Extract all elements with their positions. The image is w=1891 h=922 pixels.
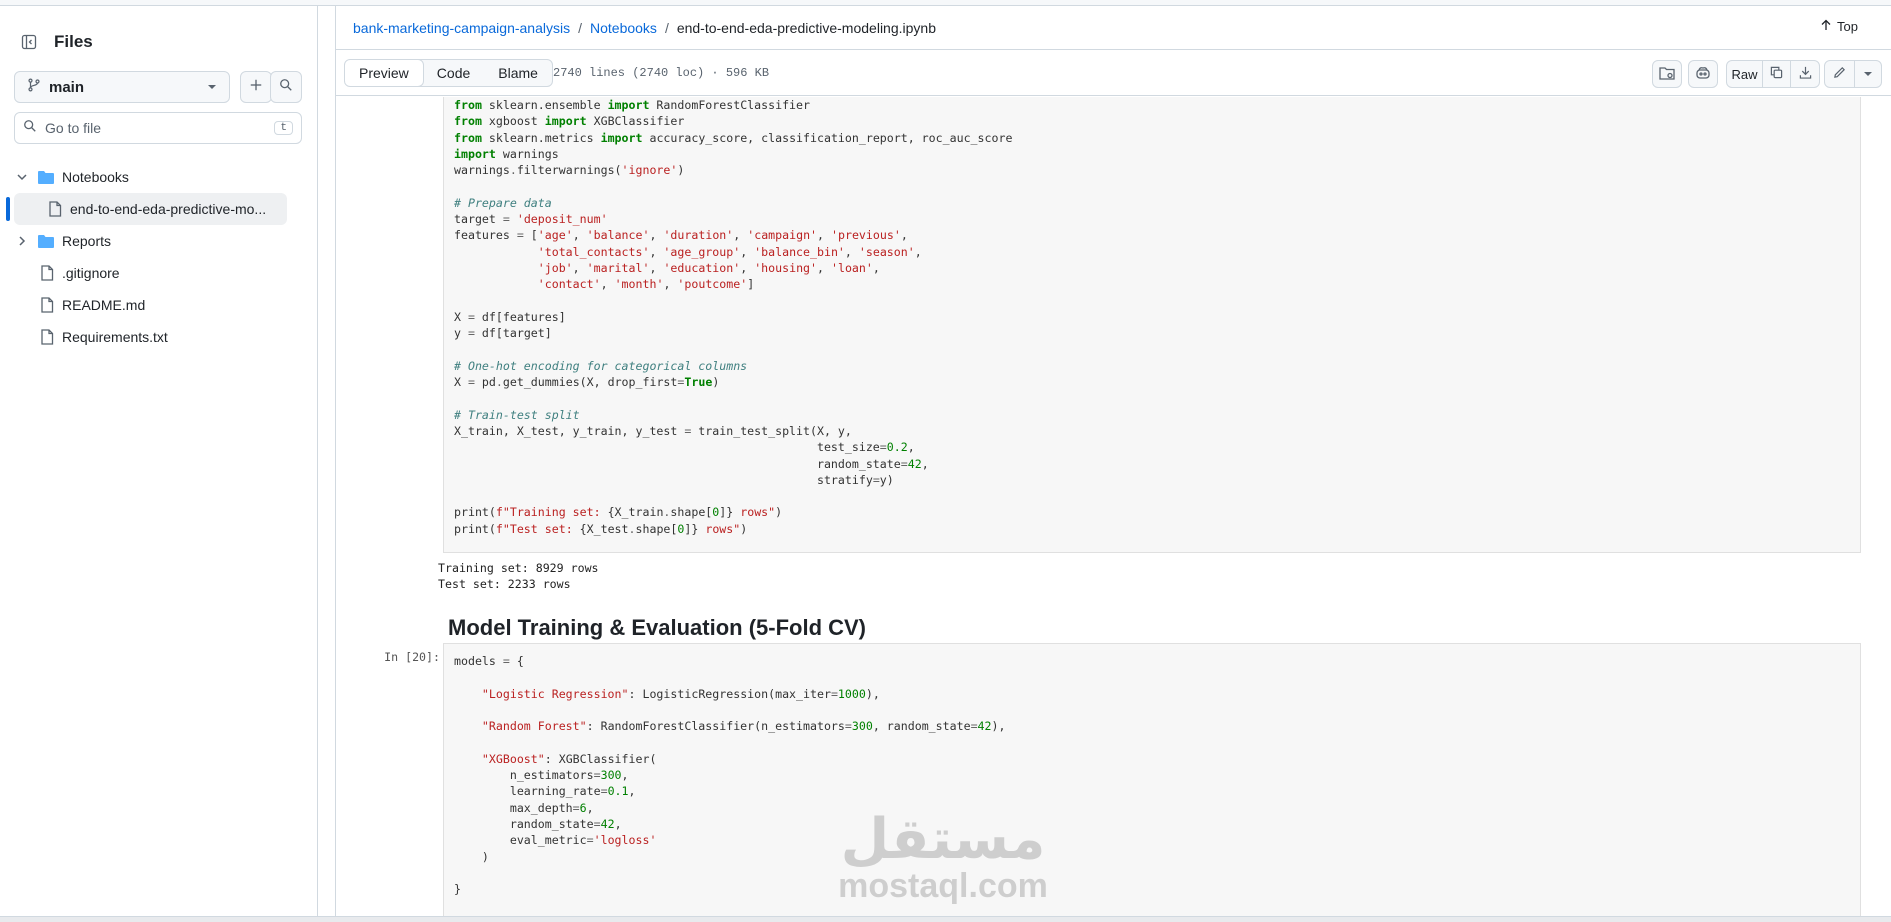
edit-options-button[interactable] [1855,61,1881,87]
output-line: Test set: 2233 rows [438,577,571,592]
copilot-button[interactable] [1688,60,1718,88]
copy-icon [1770,66,1783,82]
folder-icon [37,169,55,185]
git-branch-icon [27,78,41,96]
tab-code[interactable]: Code [423,60,484,86]
branch-selector[interactable]: main [14,71,230,103]
search-icon [23,119,37,138]
tree-item-notebooks[interactable]: Notebooks [0,161,318,193]
arrow-up-icon [1820,19,1832,34]
add-file-button[interactable] [240,71,272,103]
output-line: Training set: 8929 rows [438,561,599,575]
folder-icon [37,233,55,249]
tree-item-label: .gitignore [62,265,120,281]
selection-indicator [6,197,10,221]
branch-label: main [49,78,85,96]
chevron-right-icon[interactable] [14,233,30,249]
caret-down-icon [1863,67,1873,82]
file-view: bank-marketing-campaign-analysis / Noteb… [335,6,1891,916]
tree-item-label: Requirements.txt [62,329,168,345]
code-block: from sklearn.ensemble import RandomFores… [454,98,1013,536]
tree-item-label: Reports [62,233,112,249]
edit-group [1824,60,1882,88]
keyboard-shortcut-hint: t [274,121,293,135]
edit-button[interactable] [1825,61,1855,87]
breadcrumb-separator: / [664,19,669,36]
collapse-sidebar-icon[interactable] [14,27,44,57]
plus-icon [249,78,263,97]
tree-item-notebook-file[interactable]: end-to-end-eda-predictive-mo... [6,193,287,225]
tree-item-label: end-to-end-eda-predictive-mo... [70,201,267,217]
tree-item-reports[interactable]: Reports [0,225,318,257]
code-cell: from sklearn.ensemble import RandomFores… [443,97,1861,553]
tree-item-label: Notebooks [62,169,129,185]
caret-down-icon [207,79,217,96]
breadcrumb-folder-link[interactable]: Notebooks [590,20,657,36]
file-toolbar: Preview Code Blame 2740 lines (2740 loc)… [336,51,1891,96]
file-tree-sidebar: Files main t [0,6,318,916]
sidebar-header: Files [14,26,93,58]
breadcrumb-repo-link[interactable]: bank-marketing-campaign-analysis [353,20,570,36]
go-to-file-input[interactable] [45,120,275,136]
copilot-icon [1695,66,1711,83]
breadcrumb-current-file: end-to-end-eda-predictive-modeling.ipynb [676,19,936,36]
cell-output: Training set: 8929 rows Test set: 2233 ro… [438,560,599,593]
horizontal-scrollbar[interactable] [0,916,1891,922]
breadcrumb: bank-marketing-campaign-analysis / Noteb… [336,6,1891,50]
file-icon [46,201,64,217]
search-icon [279,78,293,97]
download-button[interactable] [1791,61,1819,87]
search-files-button[interactable] [270,71,302,103]
back-to-top-label: Top [1837,19,1858,34]
sidebar-title: Files [54,32,93,51]
file-icon [38,265,56,281]
symbols-button[interactable] [1652,60,1682,88]
raw-button[interactable]: Raw [1727,61,1763,87]
file-tree: Notebooks end-to-end-eda-predictive-mo..… [0,161,318,353]
file-icon [38,297,56,313]
section-heading: Model Training & Evaluation (5-Fold CV) [448,615,867,640]
chevron-down-icon[interactable] [14,169,30,185]
file-meta: 2740 lines (2740 loc) · 596 KB [553,66,770,80]
download-icon [1799,66,1812,82]
file-icon [38,329,56,345]
notebook-preview: from sklearn.ensemble import RandomFores… [336,97,1891,916]
pencil-icon [1833,66,1846,82]
tab-preview[interactable]: Preview [344,60,424,86]
tree-item-requirements[interactable]: Requirements.txt [0,321,318,353]
view-mode-tabs: Preview Code Blame [344,59,553,87]
file-actions-group: Raw [1726,60,1820,88]
code-block: models = { "Logistic Regression": Logist… [454,654,1006,897]
tab-blame[interactable]: Blame [484,60,552,86]
tree-item-gitignore[interactable]: .gitignore [0,257,318,289]
breadcrumb-separator: / [578,19,582,36]
cell-prompt: In [20]: [384,650,440,664]
code-cell: models = { "Logistic Regression": Logist… [443,643,1861,916]
back-to-top-button[interactable]: Top [1820,19,1858,34]
tree-item-label: README.md [62,297,146,313]
go-to-file-field[interactable]: t [14,112,302,144]
folder-symbols-icon [1659,66,1675,83]
tree-item-readme[interactable]: README.md [0,289,318,321]
copy-button[interactable] [1763,61,1791,87]
